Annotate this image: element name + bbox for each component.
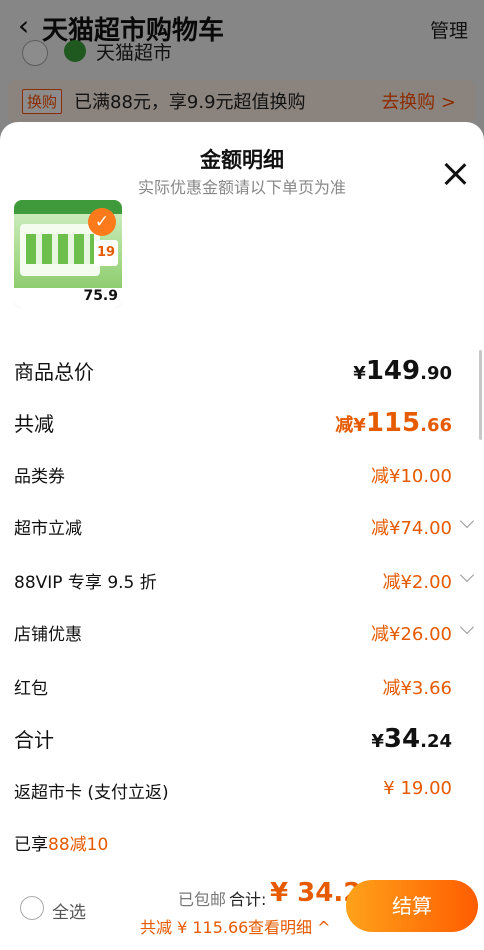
store-discount-row[interactable]: 店铺优惠 减¥26.00 [14,619,475,648]
goods-total-row: 商品总价 ¥149.90 [14,356,466,392]
amount-detail-sheet: 金额明细 实际优惠金额请以下单页为准 ✓ 19 75.9 商品总价 ¥149.9… [0,122,484,950]
shipping-label: 已包邮 [178,890,227,909]
goods-total-value: ¥149.90 [353,356,452,386]
scrollbar[interactable] [479,350,482,440]
red-packet-row: 红包 减¥3.66 [14,674,466,702]
vip-discount-row[interactable]: 88VIP 专享 9.5 折 减¥2.00 [14,567,475,596]
total-reduce-row: 共减 减¥115.66 [14,408,466,444]
card-refund-value: ¥ 19.00 [383,778,452,799]
supermarket-discount-label: 超市立减 [14,519,82,539]
store-discount-value: 减¥26.00 [371,624,452,645]
subtotal-value: ¥34.24 [371,724,452,754]
card-refund-row: 返超市卡 (支付立返) ¥ 19.00 [14,778,466,806]
total-label: 合计: [229,890,267,909]
product-thumbnail[interactable]: ✓ 19 75.9 [14,200,122,308]
total-reduce-label: 共减 [14,412,54,436]
supermarket-discount-value: 减¥74.00 [371,518,452,539]
goods-total-label: 商品总价 [14,360,94,384]
select-all-radio[interactable] [20,896,44,920]
red-packet-value: 减¥3.66 [382,678,452,699]
select-all-label[interactable]: 全选 [52,898,86,923]
store-discount-label: 店铺优惠 [14,625,82,645]
enjoyed-label: 已享88减10 [14,835,109,855]
chevron-down-icon[interactable] [459,513,475,529]
subtotal-row: 合计 ¥34.24 [14,724,466,760]
category-coupon-row: 品类券 减¥10.00 [14,462,466,490]
chevron-down-icon[interactable] [459,567,475,583]
bottom-bar: 全选 已包邮 合计: ¥ 34.24 共减 ¥ 115.66 查看明细 ^ 结算 [0,870,484,950]
category-coupon-label: 品类券 [14,467,65,487]
saved-amount: 共减 ¥ 115.66 [140,918,249,937]
thumb-price: 75.9 [83,288,118,304]
checkout-button[interactable]: 结算 [346,880,478,932]
enjoyed-row: 已享88减10 [14,830,466,858]
enjoyed-value: 88减10 [48,835,109,855]
thumb-badge: 19 [94,240,118,266]
check-icon: ✓ [88,208,116,236]
subtotal-label: 合计 [14,728,54,752]
red-packet-label: 红包 [14,679,48,699]
total-reduce-value: 减¥115.66 [335,408,452,438]
category-coupon-value: 减¥10.00 [371,466,452,487]
product-package-image [20,224,100,276]
sheet-subtitle: 实际优惠金额请以下单页为准 [137,178,346,197]
card-refund-label: 返超市卡 (支付立返) [14,783,169,803]
view-detail-link[interactable]: 查看明细 ^ [248,914,331,938]
supermarket-discount-row[interactable]: 超市立减 减¥74.00 [14,513,475,542]
chevron-down-icon[interactable] [459,619,475,635]
vip-discount-value: 减¥2.00 [382,572,452,593]
sheet-title: 金额明细 [200,148,284,172]
vip-discount-label: 88VIP 专享 9.5 折 [14,573,157,593]
close-icon[interactable] [440,160,470,190]
